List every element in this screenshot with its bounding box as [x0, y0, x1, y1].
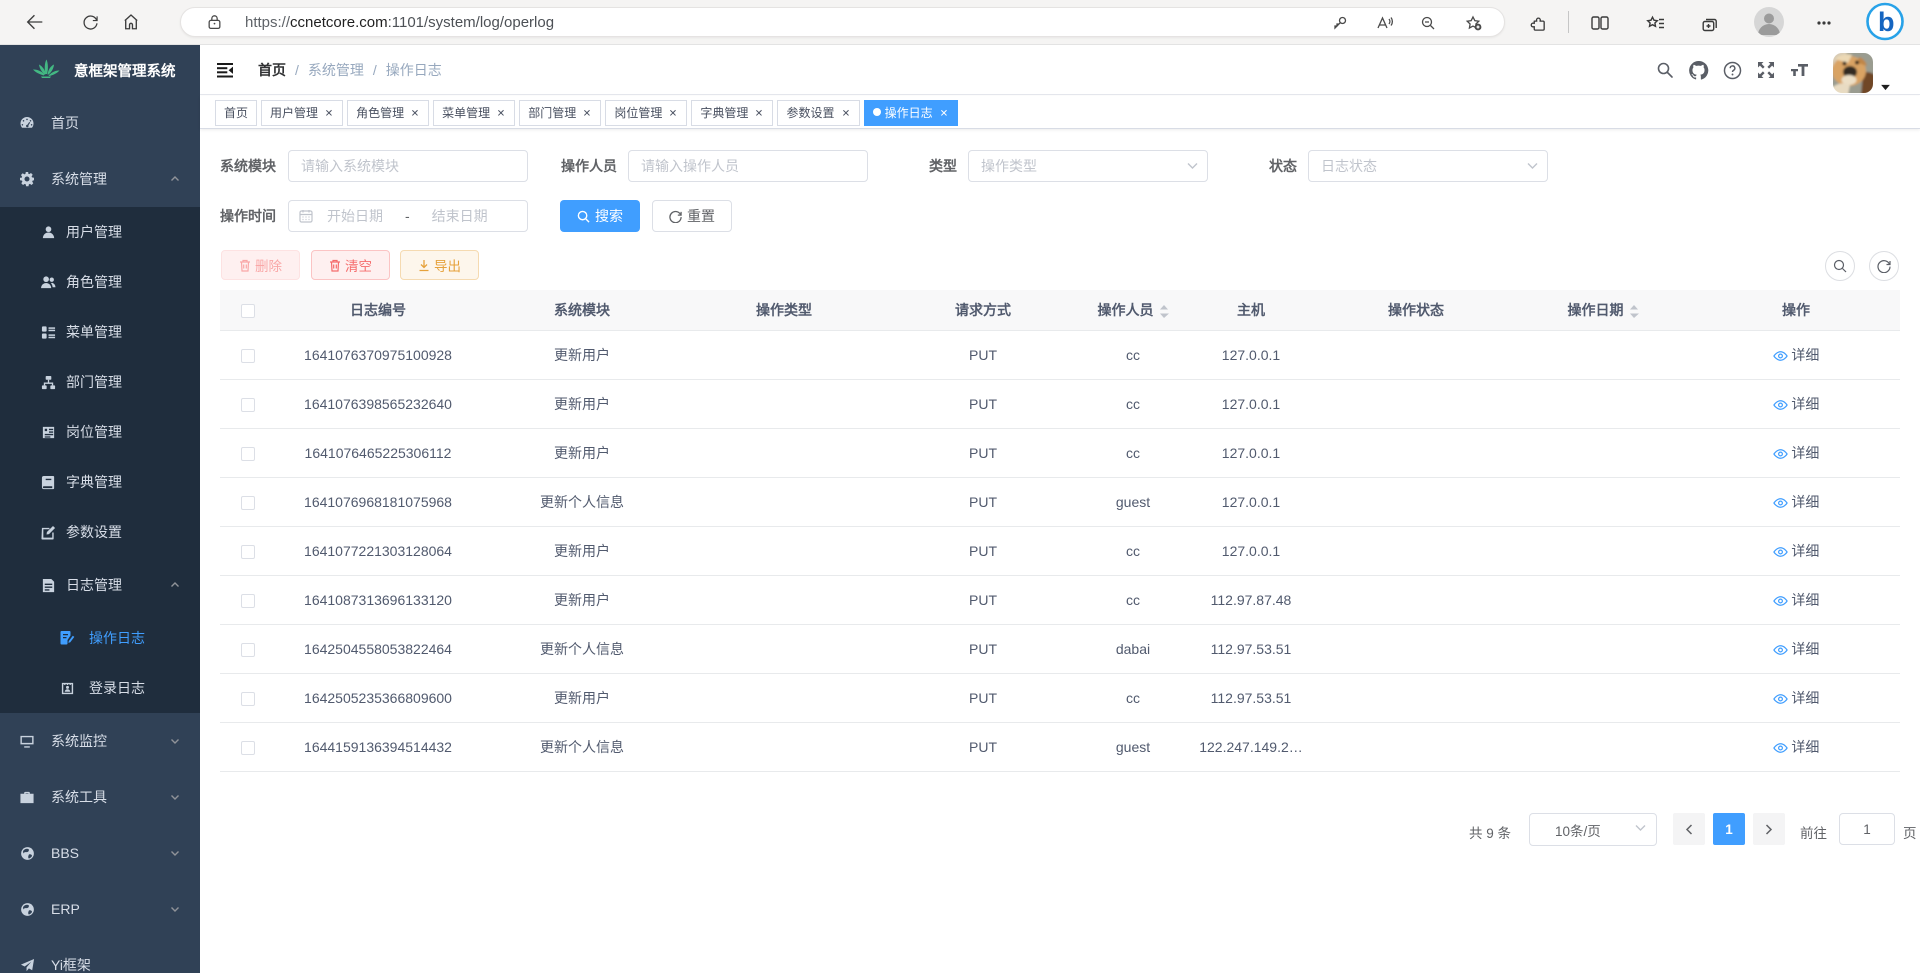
svg-text:b: b — [1878, 7, 1895, 37]
